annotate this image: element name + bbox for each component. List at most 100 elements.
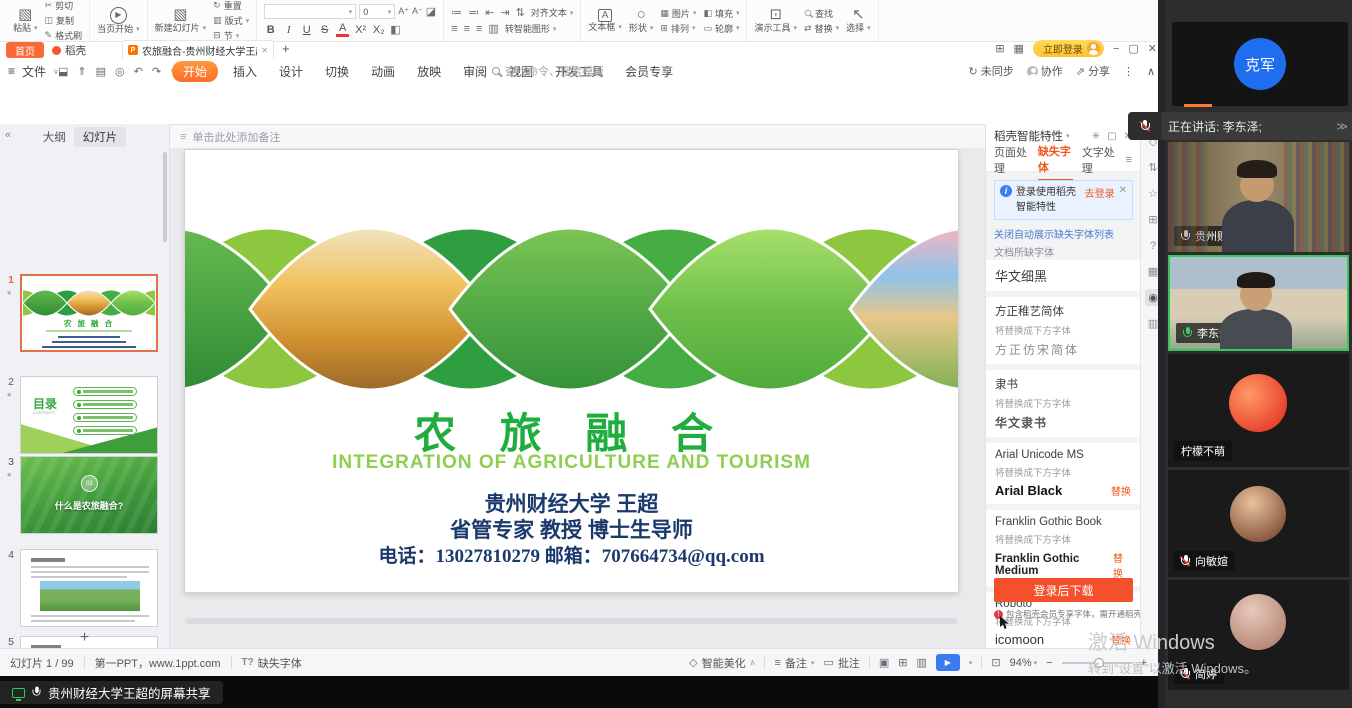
zoom-level[interactable]: 94%▾ — [1010, 657, 1038, 669]
participant-tile-lidongze[interactable]: 李东泽 — [1168, 255, 1349, 351]
indent-left-icon[interactable]: ⇤ — [485, 6, 494, 19]
menu-transition[interactable]: 切换 — [314, 61, 360, 82]
bullets-icon[interactable]: ≔ — [451, 6, 462, 19]
slide-contact-line[interactable]: 电话：13027810279 邮箱：707664734@qq.com — [185, 541, 958, 568]
participant-tile-ningmeng[interactable]: 柠檬不萌 — [1168, 354, 1349, 467]
menu-insert[interactable]: 插入 — [222, 61, 268, 82]
slideshow-play-button[interactable]: ▶ — [936, 654, 960, 671]
tab-text-process[interactable]: 文字处理 — [1082, 144, 1117, 176]
font-card[interactable]: 隶书 将替换成下方字体 华文隶书 — [986, 370, 1140, 437]
missing-font-status[interactable]: T? 缺失字体 — [242, 655, 302, 671]
editing-canvas[interactable]: 农 旅 融 合 INTEGRATION OF AGRICULTURE AND T… — [170, 124, 985, 648]
fit-page-icon[interactable]: ⊡ — [991, 656, 1000, 669]
replace-button[interactable]: ⇄替换▾ — [804, 22, 839, 35]
maximize-button[interactable]: ▢ — [1128, 42, 1138, 55]
notes-button[interactable]: ≡ 备注 ▾ — [774, 655, 814, 671]
grid-icon[interactable]: ▦ — [1014, 42, 1024, 55]
close-tab-icon[interactable]: ✕ — [261, 46, 268, 55]
file-menu[interactable]: 文件 — [22, 63, 46, 80]
reset-button[interactable]: ↻重置 — [213, 0, 249, 12]
textbox-button[interactable]: A文本框▾ — [588, 9, 622, 33]
menu-slideshow[interactable]: 放映 — [406, 61, 452, 82]
more-icon[interactable]: ⋮ — [1123, 65, 1134, 78]
tab-page-process[interactable]: 页面处理 — [994, 144, 1029, 176]
smart-graphic-button[interactable]: 转智能图形▾ — [505, 22, 557, 35]
outline-button[interactable]: ▭轮廓▾ — [703, 22, 739, 35]
screen-share-indicator[interactable]: 贵州财经大学王超的屏幕共享 — [0, 681, 223, 704]
go-login-link[interactable]: 去登录 — [1085, 185, 1115, 200]
export-icon[interactable]: ⇑ — [77, 65, 86, 78]
menu-animation[interactable]: 动画 — [360, 61, 406, 82]
replace-link[interactable]: 替换 — [1111, 632, 1131, 647]
participant-tile-kejun[interactable]: 克军 — [1172, 22, 1348, 106]
play-from-current-button[interactable]: ▶当页开始▾ — [97, 7, 140, 35]
sync-status[interactable]: ↻未同步 — [969, 63, 1014, 79]
slide-thumbnail-1[interactable]: 农 旅 融 合 — [20, 274, 158, 352]
font-family-select[interactable]: ▾ — [264, 4, 356, 19]
undo-icon[interactable]: ↶ — [134, 65, 143, 78]
zoom-in-button[interactable]: + — [1141, 657, 1147, 669]
align-text-button[interactable]: 对齐文本▾ — [531, 6, 574, 19]
comment-button[interactable]: ▭ 批注 — [823, 655, 859, 671]
horizontal-scrollbar[interactable] — [185, 618, 958, 624]
slide-thumbnail-4[interactable] — [20, 549, 158, 627]
font-color-button[interactable]: A — [336, 22, 349, 37]
normal-view-icon[interactable]: ▣ — [879, 656, 889, 669]
caret-icon[interactable]: ▾ — [969, 659, 973, 667]
decrease-font-icon[interactable]: A⁻ — [412, 6, 423, 17]
font-card[interactable]: 方正稚艺简体 将替换成下方字体 方正仿宋简体 — [986, 297, 1140, 364]
participant-tile-xiangminxuan[interactable]: 向敏媗 — [1168, 470, 1349, 577]
fill-button[interactable]: ◧填充▾ — [703, 7, 739, 20]
superscript-button[interactable]: X² — [354, 24, 367, 36]
menu-design[interactable]: 设计 — [268, 61, 314, 82]
muted-mic-chip[interactable] — [1128, 112, 1162, 140]
share-button[interactable]: ⇗分享 — [1076, 63, 1110, 79]
layout-button[interactable]: ▥版式▾ — [213, 14, 249, 27]
gear-icon[interactable]: ✳ — [1092, 131, 1100, 142]
replace-link[interactable]: 替换 — [1113, 550, 1131, 580]
zoom-slider-knob[interactable] — [1094, 658, 1104, 668]
hamburger-icon[interactable]: ≡ — [8, 64, 15, 78]
strike-button[interactable]: S — [318, 24, 331, 36]
pin-icon[interactable]: ▢ — [1107, 131, 1116, 142]
home-tab[interactable]: 首页 — [6, 42, 44, 58]
command-search[interactable]: 查找命令、搜索模板 — [492, 63, 604, 79]
slide-role-line[interactable]: 省管专家 教授 博士生导师 — [185, 514, 958, 544]
panel-menu-icon[interactable]: ≡ — [1126, 154, 1132, 166]
increase-font-icon[interactable]: A⁺ — [398, 6, 409, 17]
preview-icon[interactable]: ◎ — [115, 65, 125, 78]
paste-button[interactable]: ▧粘贴▾ — [13, 7, 38, 34]
underline-button[interactable]: U — [300, 24, 313, 36]
align-center-icon[interactable]: ≡ — [464, 23, 470, 35]
workspace-icon[interactable]: ⊞ — [995, 42, 1004, 55]
font-card[interactable]: Franklin Gothic Book 将替换成下方字体 Franklin G… — [986, 510, 1140, 586]
new-tab-button[interactable]: + — [282, 41, 290, 56]
notes-bar[interactable]: ≡ 单击此处添加备注 — [170, 124, 985, 148]
zoom-slider[interactable] — [1062, 662, 1132, 664]
menu-member[interactable]: 会员专享 — [614, 61, 684, 82]
thumbnail-scrollbar[interactable] — [163, 152, 167, 242]
redo-icon[interactable]: ↷ — [152, 65, 161, 78]
arrange-button[interactable]: ⊞排列▾ — [660, 22, 696, 35]
highlight-icon[interactable]: ◧ — [390, 23, 400, 36]
columns-icon[interactable]: ▥ — [488, 22, 498, 35]
read-view-icon[interactable]: ▥ — [916, 656, 926, 669]
picture-button[interactable]: ▦图片▾ — [660, 7, 696, 20]
tab-slides[interactable]: 幻灯片 — [74, 127, 127, 147]
tab-missing-fonts[interactable]: 缺失字体 — [1038, 139, 1073, 181]
smart-beautify-button[interactable]: ◇ 智能美化 ∧ — [689, 655, 755, 671]
print-icon[interactable]: ▤ — [96, 65, 106, 78]
dismiss-banner-icon[interactable]: ✕ — [1119, 185, 1127, 196]
slide-thumbnail-3[interactable]: 01 什么是农旅融合? — [20, 456, 158, 534]
menu-start[interactable]: 开始 — [172, 61, 218, 82]
align-right-icon[interactable]: ≡ — [476, 23, 482, 35]
docer-tab[interactable]: 稻壳 — [52, 41, 86, 59]
font-size-select[interactable]: 0▾ — [359, 4, 395, 19]
bold-button[interactable]: B — [264, 24, 277, 36]
align-left-icon[interactable]: ≡ — [451, 23, 457, 35]
tab-outline[interactable]: 大纲 — [43, 129, 66, 145]
minimize-button[interactable]: − — [1113, 43, 1119, 55]
font-card[interactable]: Arial Unicode MS 将替换成下方字体 Arial Black 替换 — [986, 443, 1140, 504]
new-slide-button[interactable]: ▧新建幻灯片▾ — [155, 7, 207, 34]
save-icon[interactable]: ⬓ — [58, 65, 68, 78]
